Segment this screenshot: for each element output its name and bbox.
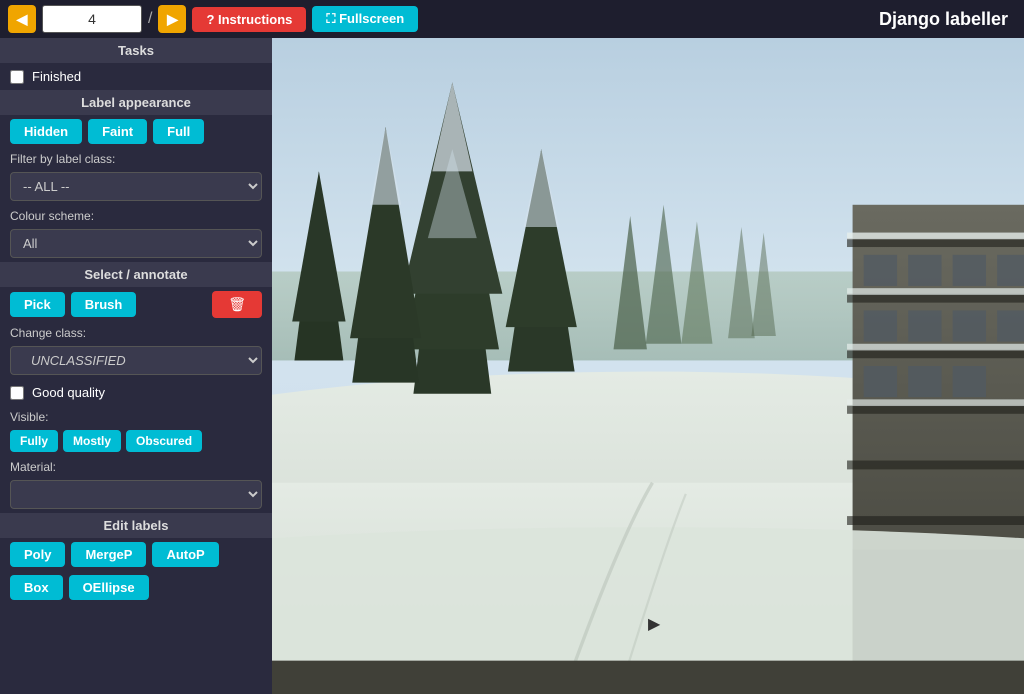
top-bar: ◀ / ▶ ? Instructions ⛶ Fullscreen Django… (0, 0, 1024, 38)
unclassified-row: UNCLASSIFIED (0, 342, 272, 379)
filter-label: Filter by label class: (0, 148, 272, 168)
select-annotate-header: Select / annotate (0, 262, 272, 287)
faint-button[interactable]: Faint (88, 119, 147, 144)
fullscreen-button[interactable]: ⛶ Fullscreen (312, 6, 418, 32)
fullscreen-label: ⛶ Fullscreen (326, 11, 404, 27)
full-button[interactable]: Full (153, 119, 204, 144)
obscured-button[interactable]: Obscured (126, 430, 202, 452)
edit-labels-header: Edit labels (0, 513, 272, 538)
poly-button[interactable]: Poly (10, 542, 65, 567)
instructions-label: ? Instructions (206, 12, 292, 27)
app-title: Django labeller (879, 9, 1008, 30)
material-label: Material: (0, 456, 272, 476)
instructions-button[interactable]: ? Instructions (192, 7, 306, 32)
filter-select[interactable]: -- ALL -- (10, 172, 262, 201)
cursor: ▶ (648, 614, 660, 634)
label-appearance-header: Label appearance (0, 90, 272, 115)
hidden-button[interactable]: Hidden (10, 119, 82, 144)
pick-button[interactable]: Pick (10, 292, 65, 317)
box-button[interactable]: Box (10, 575, 63, 600)
filter-select-row: -- ALL -- (0, 168, 272, 205)
sidebar: Tasks Finished Label appearance Hidden F… (0, 38, 272, 694)
page-input[interactable] (42, 5, 142, 33)
oellipse-button[interactable]: OEllipse (69, 575, 149, 600)
colour-scheme-select-row: All (0, 225, 272, 262)
main-content: Tasks Finished Label appearance Hidden F… (0, 38, 1024, 694)
colour-scheme-select[interactable]: All (10, 229, 262, 258)
material-row (0, 476, 272, 513)
good-quality-row: Good quality (0, 379, 272, 406)
fully-button[interactable]: Fully (10, 430, 58, 452)
material-select[interactable] (10, 480, 262, 509)
visible-buttons: Fully Mostly Obscured (0, 426, 272, 456)
label-appearance-buttons: Hidden Faint Full (0, 115, 272, 148)
pick-brush-row: Pick Brush 🗑 (0, 287, 272, 322)
page-separator: / (148, 10, 152, 28)
mostly-button[interactable]: Mostly (63, 430, 121, 452)
trees-svg (272, 38, 1024, 694)
good-quality-checkbox[interactable] (10, 386, 24, 400)
good-quality-label: Good quality (32, 385, 105, 400)
colour-scheme-label: Colour scheme: (0, 205, 272, 225)
change-class-label: Change class: (0, 322, 272, 342)
brush-button[interactable]: Brush (71, 292, 137, 317)
tasks-header: Tasks (0, 38, 272, 63)
finished-checkbox[interactable] (10, 70, 24, 84)
prev-button[interactable]: ◀ (8, 5, 36, 33)
delete-button[interactable]: 🗑 (212, 291, 262, 318)
edit-labels-buttons: Poly MergeP AutoP (0, 538, 272, 571)
finished-label: Finished (32, 69, 81, 84)
mergep-button[interactable]: MergeP (71, 542, 146, 567)
winter-scene: ▶ (272, 38, 1024, 694)
visible-label: Visible: (0, 406, 272, 426)
class-select[interactable]: UNCLASSIFIED (10, 346, 262, 375)
autop-button[interactable]: AutoP (152, 542, 218, 567)
edit-labels-buttons-2: Box OEllipse (0, 571, 272, 604)
image-area: ▶ (272, 38, 1024, 694)
next-button[interactable]: ▶ (158, 5, 186, 33)
finished-row: Finished (0, 63, 272, 90)
